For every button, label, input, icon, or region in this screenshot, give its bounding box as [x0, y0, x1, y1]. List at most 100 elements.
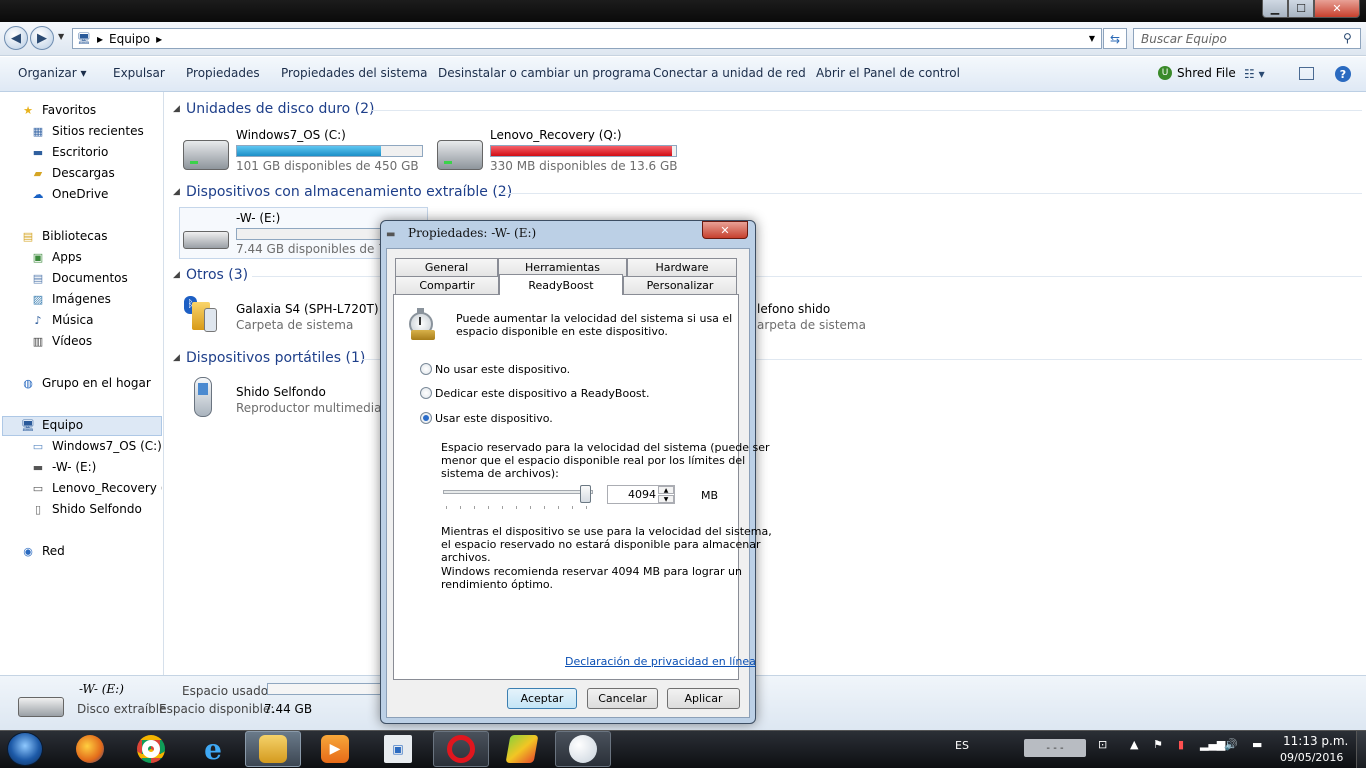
sidebar-item-favorites[interactable]: ★ Favoritos [20, 103, 96, 117]
tray-power-icon[interactable]: ▮ [1178, 738, 1184, 751]
sidebar-item-recent[interactable]: ▦ Sitios recientes [30, 124, 144, 138]
minimize-button[interactable]: ▁ [1262, 0, 1288, 18]
sidebar-item-apps[interactable]: ▣ Apps [30, 250, 82, 264]
collapse-arrow-icon[interactable]: ◢ [173, 104, 180, 114]
properties-button[interactable]: Propiedades [186, 66, 260, 80]
phone2-device-name[interactable]: lefono shido [757, 302, 830, 316]
sidebar-item-desktop[interactable]: ▬ Escritorio [30, 145, 109, 159]
sidebar-item-music[interactable]: ♪ Música [30, 313, 93, 327]
back-button[interactable]: ◀ [4, 26, 28, 50]
q-drive-name[interactable]: Lenovo_Recovery (Q:) [490, 128, 622, 142]
taskbar-paint[interactable] [555, 731, 611, 767]
tray-device-icon[interactable]: ⊡ [1098, 738, 1107, 751]
search-input[interactable]: Buscar Equipo [1133, 28, 1361, 49]
taskbar-explorer[interactable] [245, 731, 301, 767]
address-field[interactable]: 🖥 ▸ Equipo ▸ [72, 28, 1102, 49]
forward-button[interactable]: ▶ [30, 26, 54, 50]
tray-battery-icon[interactable]: ▬ [1252, 738, 1262, 751]
preview-pane-icon[interactable] [1299, 67, 1314, 80]
map-network-drive-button[interactable]: Conectar a unidad de red [653, 66, 806, 80]
section-title-portable[interactable]: Dispositivos portátiles (1) [186, 350, 365, 366]
collapse-arrow-icon[interactable]: ◢ [173, 270, 180, 280]
tab-customize[interactable]: Personalizar [623, 276, 737, 294]
start-button[interactable] [7, 732, 43, 766]
taskbar-bluestacks[interactable] [494, 731, 550, 767]
sidebar-item-e-drive[interactable]: ▬ -W- (E:) [30, 460, 97, 474]
shred-file-button[interactable]: U Shred File [1158, 66, 1236, 80]
radio-no-use-label[interactable]: No usar este dispositivo. [435, 363, 570, 376]
show-desktop-button[interactable] [1356, 731, 1366, 768]
close-button[interactable]: ✕ [1314, 0, 1360, 18]
sidebar-item-homegroup[interactable]: ◍ Grupo en el hogar [20, 376, 151, 390]
sidebar-item-images[interactable]: ▨ Imágenes [30, 292, 111, 306]
sidebar-item-network[interactable]: ◉ Red [20, 544, 65, 558]
windows-drive-icon[interactable] [183, 140, 229, 170]
apply-button[interactable]: Aplicar [667, 688, 740, 709]
tray-network-label[interactable]: - - - [1024, 739, 1086, 757]
control-panel-button[interactable]: Abrir el Panel de control [816, 66, 960, 80]
sidebar-item-downloads[interactable]: ▰ Descargas [30, 166, 115, 180]
dialog-close-button[interactable]: ✕ [702, 221, 748, 239]
cancel-button[interactable]: Cancelar [587, 688, 658, 709]
radio-use-device-label[interactable]: Usar este dispositivo. [435, 412, 553, 425]
galaxy-device-name[interactable]: Galaxia S4 (SPH-L720T) [236, 302, 379, 316]
breadcrumb-chevron-icon[interactable]: ▸ [156, 32, 162, 46]
c-drive-name[interactable]: Windows7_OS (C:) [236, 128, 346, 142]
collapse-arrow-icon[interactable]: ◢ [173, 353, 180, 363]
taskbar-media[interactable]: ▶ [307, 731, 363, 767]
phone-bluetooth-icon[interactable]: ᛒ [184, 294, 224, 340]
sidebar-item-shido[interactable]: ▯ Shido Selfondo [30, 502, 142, 516]
system-properties-button[interactable]: Propiedades del sistema [281, 66, 428, 80]
tab-share[interactable]: Compartir [395, 276, 499, 294]
sidebar-item-q-drive[interactable]: ▭Lenovo_Recovery (Q:) [30, 481, 162, 495]
sidebar-item-onedrive[interactable]: ☁ OneDrive [30, 187, 109, 201]
tab-hardware[interactable]: Hardware [627, 258, 737, 276]
uninstall-button[interactable]: Desinstalar o cambiar un programa [438, 66, 651, 80]
sidebar-item-documents[interactable]: ▤ Documentos [30, 271, 128, 285]
collapse-arrow-icon[interactable]: ◢ [173, 187, 180, 197]
section-title-hdd[interactable]: Unidades de disco duro (2) [186, 101, 375, 117]
spin-down-button[interactable]: ▼ [658, 495, 674, 503]
media-player-icon[interactable] [190, 377, 220, 423]
maximize-button[interactable]: ☐ [1288, 0, 1314, 18]
sidebar-item-libraries[interactable]: ▤ Bibliotecas [20, 229, 108, 243]
tray-flag-icon[interactable]: ⚑ [1153, 738, 1163, 751]
radio-no-use[interactable] [420, 363, 432, 375]
recent-pages-dropdown[interactable]: ▼ [58, 32, 64, 41]
clock-time[interactable]: 11:13 p.m. [1283, 734, 1348, 748]
e-drive-name[interactable]: -W- (E:) [236, 211, 280, 225]
sidebar-item-videos[interactable]: ▥ Vídeos [30, 334, 92, 348]
taskbar-chrome[interactable] [123, 731, 179, 767]
taskbar-firefox[interactable] [62, 731, 118, 767]
taskbar-opera[interactable] [433, 731, 489, 767]
organize-button[interactable]: Organizar ▾ [18, 66, 87, 80]
tray-signal-icon[interactable]: ▂▄▆ [1200, 738, 1225, 751]
spin-up-button[interactable]: ▲ [658, 486, 674, 494]
sidebar-item-c-drive[interactable]: ▭ Windows7_OS (C:) [30, 439, 162, 453]
view-options-icon[interactable]: ☷ ▾ [1244, 67, 1265, 81]
reserve-slider-thumb[interactable] [580, 485, 591, 503]
refresh-button[interactable]: ⇆ [1103, 28, 1127, 49]
sidebar-item-computer[interactable]: 🖥 Equipo [20, 418, 83, 432]
radio-use-device[interactable] [420, 412, 432, 424]
taskbar-app-window[interactable]: ▣ [370, 731, 426, 767]
breadcrumb-equipo[interactable]: Equipo [109, 32, 150, 46]
address-dropdown[interactable]: ▼ [1082, 28, 1102, 49]
hard-drive-icon[interactable] [437, 140, 483, 170]
clock-date[interactable]: 09/05/2016 [1280, 751, 1343, 764]
reserve-slider-track[interactable] [443, 490, 593, 494]
tab-readyboost[interactable]: ReadyBoost [499, 274, 623, 295]
section-title-removable[interactable]: Dispositivos con almacenamiento extraíbl… [186, 184, 512, 200]
radio-dedicate-label[interactable]: Dedicar este dispositivo a ReadyBoost. [435, 387, 649, 400]
shido-device-name[interactable]: Shido Selfondo [236, 385, 326, 399]
eject-button[interactable]: Expulsar [113, 66, 165, 80]
tray-show-hidden-icon[interactable]: ▲ [1130, 738, 1138, 751]
privacy-link[interactable]: Declaración de privacidad en línea [565, 655, 756, 668]
radio-dedicate[interactable] [420, 387, 432, 399]
tab-general[interactable]: General [395, 258, 498, 276]
search-icon[interactable]: ⚲ [1343, 31, 1352, 45]
help-icon[interactable]: ? [1335, 66, 1351, 82]
accept-button[interactable]: Aceptar [507, 688, 577, 709]
tray-volume-icon[interactable]: 🔊 [1224, 738, 1238, 751]
taskbar-ie[interactable]: e [185, 731, 241, 767]
